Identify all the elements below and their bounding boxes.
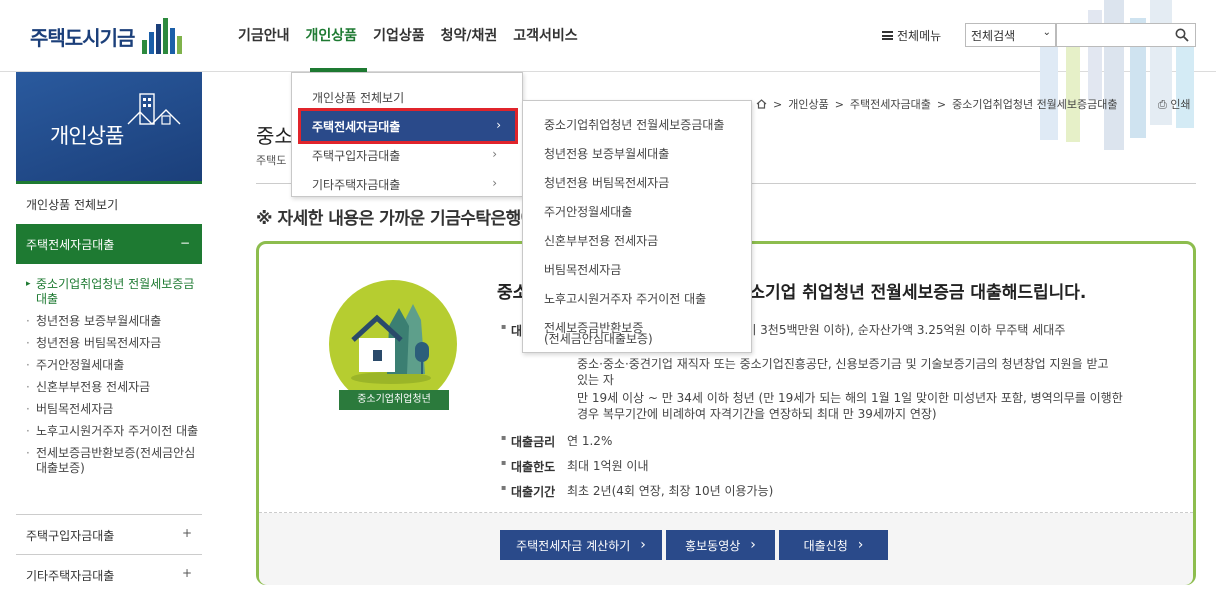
global-nav: 기금안내 개인상품 기업상품 청약/채권 고객서비스	[238, 25, 578, 45]
chevron-right-icon: ›	[496, 118, 501, 132]
page-title: 중소	[256, 124, 293, 148]
expand-icon[interactable]: +	[182, 526, 192, 540]
dropdown-item-jeonse-loan[interactable]: 주택전세자금대출 ›	[298, 108, 518, 144]
button-label: 주택전세자금 계산하기	[516, 538, 631, 553]
sidebar-sub-item[interactable]: 청년전용 보증부월세대출	[24, 314, 202, 329]
info-row-rate: 대출금리 연 1.2%	[501, 433, 612, 450]
chevron-down-icon: ⌄	[1042, 27, 1051, 38]
sidebar-section-jeonse-loan[interactable]: 주택전세자금대출 −	[16, 224, 202, 264]
nav-customer-service[interactable]: 고객서비스	[513, 25, 577, 45]
nav-corporate-products[interactable]: 기업상품	[373, 25, 425, 45]
info-detail-line: 만 19세 이상 ~ 만 34세 이하 청년 (만 19세가 되는 해의 1월 …	[577, 391, 1123, 405]
chevron-right-icon: ›	[857, 537, 864, 553]
print-label: 인쇄	[1170, 98, 1191, 111]
nav-fund-info[interactable]: 기금안내	[238, 25, 290, 45]
info-key: 대출금리	[501, 433, 567, 450]
all-menu-button[interactable]: 전체메뉴	[882, 27, 941, 44]
breadcrumb-separator: >	[834, 97, 844, 111]
sidebar-banner: 개인상품	[16, 72, 202, 184]
info-value: 연 1.2%	[567, 434, 613, 448]
breadcrumb: > 개인상품 > 주택전세자금대출 > 중소기업취업청년 전월세보증금대출	[756, 96, 1118, 112]
sidebar-sub-item[interactable]: 신혼부부전용 전세자금	[24, 380, 202, 395]
sidebar-sub-list: 중소기업취업청년 전월세보증금대출 청년전용 보증부월세대출 청년전용 버팀목전…	[24, 277, 202, 483]
breadcrumb-item: 중소기업취업청년 전월세보증금대출	[952, 98, 1118, 111]
site-header: 주택도시기금 기금안내 개인상품 기업상품 청약/채권 고객서비스 전체메뉴 전…	[0, 0, 1216, 150]
sidebar-sub-item[interactable]: 주거안정월세대출	[24, 358, 202, 373]
page-subtitle: 주택도	[256, 154, 287, 167]
search-input[interactable]	[1056, 23, 1196, 47]
logo-mark-icon	[142, 18, 183, 54]
submenu-item[interactable]: 신혼부부전용 전세자금	[544, 235, 658, 248]
site-logo[interactable]: 주택도시기금	[30, 18, 183, 54]
breadcrumb-item[interactable]: 개인상품	[788, 96, 828, 112]
promo-video-button[interactable]: 홍보동영상 ›	[666, 530, 775, 560]
all-menu-label: 전체메뉴	[897, 29, 942, 43]
sidebar-all-products-link[interactable]: 개인상품 전체보기	[16, 196, 202, 213]
personal-products-dropdown: 개인상품 전체보기 주택전세자금대출 › 주택구입자금대출 › 기타주택자금대출…	[291, 72, 523, 197]
info-row-limit: 대출한도 최대 1억원 이내	[501, 458, 649, 475]
sidebar-sub-item[interactable]: 버팀목전세자금	[24, 402, 202, 417]
submenu-item[interactable]: 노후고시원거주자 주거이전 대출	[544, 293, 706, 306]
info-row-period: 대출기간 최초 2년(4회 연장, 최장 10년 이용가능)	[501, 483, 773, 500]
chevron-right-icon: ›	[492, 176, 497, 190]
breadcrumb-separator: >	[773, 97, 783, 111]
search-scope-value: 전체검색	[971, 29, 1016, 43]
dropdown-item-label: 기타주택자금대출	[312, 178, 401, 192]
submenu-item[interactable]: 버팀목전세자금	[544, 264, 621, 277]
submenu-item[interactable]: 청년전용 보증부월세대출	[544, 148, 669, 161]
dropdown-item-label: 주택구입자금대출	[312, 149, 401, 163]
nav-personal-products[interactable]: 개인상품	[306, 25, 358, 45]
sidebar-sub-item[interactable]: 노후고시원거주자 주거이전 대출	[24, 424, 202, 439]
jeonse-loan-submenu: 중소기업취업청년 전월세보증금대출 청년전용 보증부월세대출 청년전용 버팀목전…	[522, 100, 752, 353]
info-key: 대출기간	[501, 483, 567, 500]
button-label: 홍보동영상	[685, 538, 741, 553]
chevron-right-icon: ›	[640, 537, 646, 553]
submenu-item[interactable]: 청년전용 버팀목전세자금	[544, 177, 669, 190]
sidebar-section-label: 주택구입자금대출	[26, 529, 115, 543]
house-icon	[351, 304, 431, 384]
button-label: 대출신청	[803, 538, 848, 553]
info-key: 대출한도	[501, 458, 567, 475]
sidebar-title: 개인상품	[50, 124, 124, 148]
divider	[259, 512, 1193, 513]
sidebar-section-other-loan[interactable]: 기타주택자금대출 +	[16, 554, 202, 594]
submenu-item[interactable]: 주거안정월세대출	[544, 206, 632, 219]
print-button[interactable]: ⎙ 인쇄	[1158, 96, 1191, 112]
info-detail-line: 있는 자	[577, 373, 614, 387]
search-scope-select[interactable]: 전체검색 ⌄	[965, 23, 1056, 47]
dropdown-item-purchase-loan[interactable]: 주택구입자금대출 ›	[312, 147, 507, 164]
sidebar-section-purchase-loan[interactable]: 주택구입자금대출 +	[16, 514, 202, 554]
printer-icon: ⎙	[1158, 98, 1167, 111]
submenu-item[interactable]: 중소기업취업청년 전월세보증금대출	[544, 119, 724, 132]
expand-icon[interactable]: +	[182, 566, 192, 580]
info-detail-line: 중소·중소·중견기업 재직자 또는 중소기업진흥공단, 신용보증기금 및 기술보…	[577, 357, 1109, 371]
dropdown-item-other-loan[interactable]: 기타주택자금대출 ›	[312, 176, 507, 193]
badge-label: 중소기업취업청년	[339, 390, 449, 410]
breadcrumb-separator: >	[936, 97, 947, 111]
nav-subscription-bond[interactable]: 청약/채권	[441, 25, 498, 45]
sidebar-section-label: 주택전세자금대출	[26, 238, 115, 252]
sidebar-sub-item[interactable]: 중소기업취업청년 전월세보증금대출	[24, 277, 202, 307]
chevron-right-icon: ›	[492, 147, 497, 161]
breadcrumb-item[interactable]: 주택전세자금대출	[850, 96, 931, 112]
calculator-button[interactable]: 주택전세자금 계산하기 ›	[500, 530, 662, 560]
search-icon[interactable]	[1175, 28, 1189, 42]
dropdown-item-label: 주택전세자금대출	[312, 120, 401, 134]
home-icon[interactable]	[756, 99, 767, 109]
info-value: 최대 1억원 이내	[567, 459, 649, 473]
chevron-right-icon: ›	[750, 537, 756, 553]
logo-text: 주택도시기금	[30, 25, 135, 50]
dropdown-item-all[interactable]: 개인상품 전체보기	[312, 89, 507, 106]
collapse-icon[interactable]: −	[180, 236, 190, 250]
info-value: 최초 2년(4회 연장, 최장 10년 이용가능)	[567, 484, 774, 498]
sidebar-sub-item[interactable]: 전세보증금반환보증(전세금안심대출보증)	[24, 446, 202, 476]
product-badge	[329, 280, 457, 408]
buildings-icon	[127, 93, 181, 125]
submenu-item-sub[interactable]: (전세금안심대출보증)	[544, 333, 653, 346]
sidebar-sub-item[interactable]: 청년전용 버팀목전세자금	[24, 336, 202, 351]
info-detail-line: 경우 복무기간에 비례하여 자격기간을 연장하되 최대 만 39세까지 연장)	[577, 407, 937, 421]
sidebar-section-label: 기타주택자금대출	[26, 569, 115, 583]
apply-loan-button[interactable]: 대출신청 ›	[779, 530, 888, 560]
hamburger-icon	[882, 31, 893, 40]
